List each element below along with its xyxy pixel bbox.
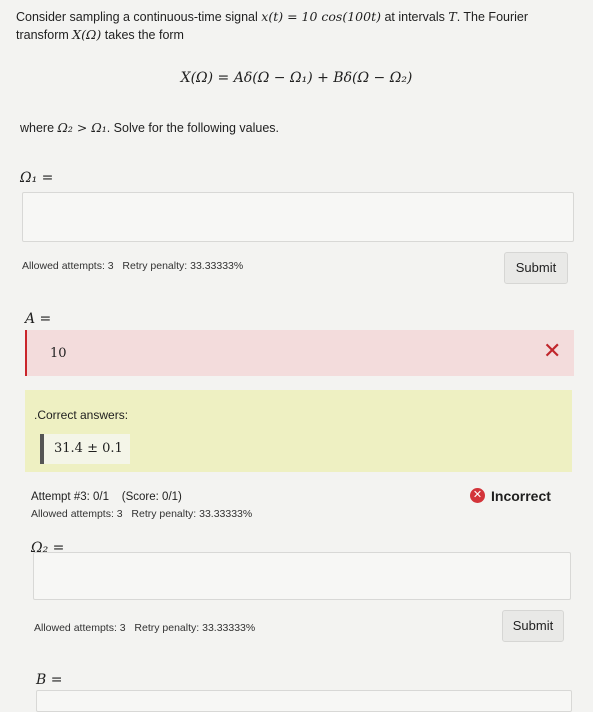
condition-statement: where Ω₂ > Ω₁. Solve for the following v… [20, 120, 279, 135]
q1-submit-button[interactable]: Submit [504, 252, 568, 284]
transform-symbol: X(Ω) [72, 27, 102, 42]
sampling-interval: T [448, 9, 457, 24]
where-condition: Ω₂ > Ω₁ [57, 120, 107, 135]
omega2-input[interactable] [33, 552, 571, 600]
q3-allowed-attempts: Allowed attempts: 3 [34, 622, 126, 634]
close-icon: ✕ [543, 339, 562, 364]
prompt-text-4: transform [16, 28, 73, 42]
q2-attempt-info: Allowed attempts: 3 Retry penalty: 33.33… [31, 508, 252, 520]
attempt-score: Attempt #3: 0/1 (Score: 0/1) [31, 491, 182, 503]
b-label: B = [36, 672, 63, 688]
omega1-input[interactable] [22, 192, 574, 242]
q2-allowed-attempts: Allowed attempts: 3 [31, 508, 123, 520]
q3-attempt-info: Allowed attempts: 3 Retry penalty: 33.33… [34, 622, 255, 634]
a-label: A = [25, 311, 52, 327]
incorrect-status: ✕ Incorrect [470, 487, 551, 505]
q2-retry-penalty: Retry penalty: 33.33333% [131, 508, 253, 520]
q3-submit-button[interactable]: Submit [502, 610, 564, 642]
where-end-text: . Solve for the following values. [106, 121, 280, 135]
q1-retry-penalty: Retry penalty: 33.33333% [122, 260, 244, 272]
q1-allowed-attempts: Allowed attempts: 3 [22, 260, 114, 272]
attempt-score-value: (Score: 0/1) [121, 491, 182, 503]
prompt-text-5: takes the form [101, 28, 184, 42]
a-input-value: 10 [50, 346, 67, 361]
correct-answers-panel: .Correct answers: 31.4 ± 0.1 [25, 390, 572, 472]
a-input-incorrect[interactable]: 10 ✕ [25, 330, 574, 376]
signal-expression: x(t) = 10 cos(100t) [261, 9, 381, 24]
problem-statement: Consider sampling a continuous-time sign… [16, 8, 576, 44]
prompt-text-1: Consider sampling a continuous-time sign… [16, 10, 262, 24]
prompt-text-2: at intervals [380, 10, 449, 24]
correct-answers-title: .Correct answers: [34, 408, 129, 422]
omega1-label: Ω₁ = [20, 170, 54, 186]
fourier-equation: X(Ω) = Aδ(Ω − Ω₁) + Bδ(Ω − Ω₂) [180, 70, 413, 86]
incorrect-status-text: Incorrect [491, 487, 551, 504]
correct-answer-value: 31.4 ± 0.1 [40, 434, 130, 464]
where-text: where [20, 121, 58, 135]
q3-retry-penalty: Retry penalty: 33.33333% [134, 622, 256, 634]
error-icon: ✕ [470, 488, 485, 504]
b-input[interactable] [36, 690, 572, 712]
q1-attempt-info: Allowed attempts: 3 Retry penalty: 33.33… [22, 260, 243, 272]
prompt-text-3: . The Fourier [456, 10, 529, 24]
attempt-number: Attempt #3: 0/1 [31, 491, 109, 503]
